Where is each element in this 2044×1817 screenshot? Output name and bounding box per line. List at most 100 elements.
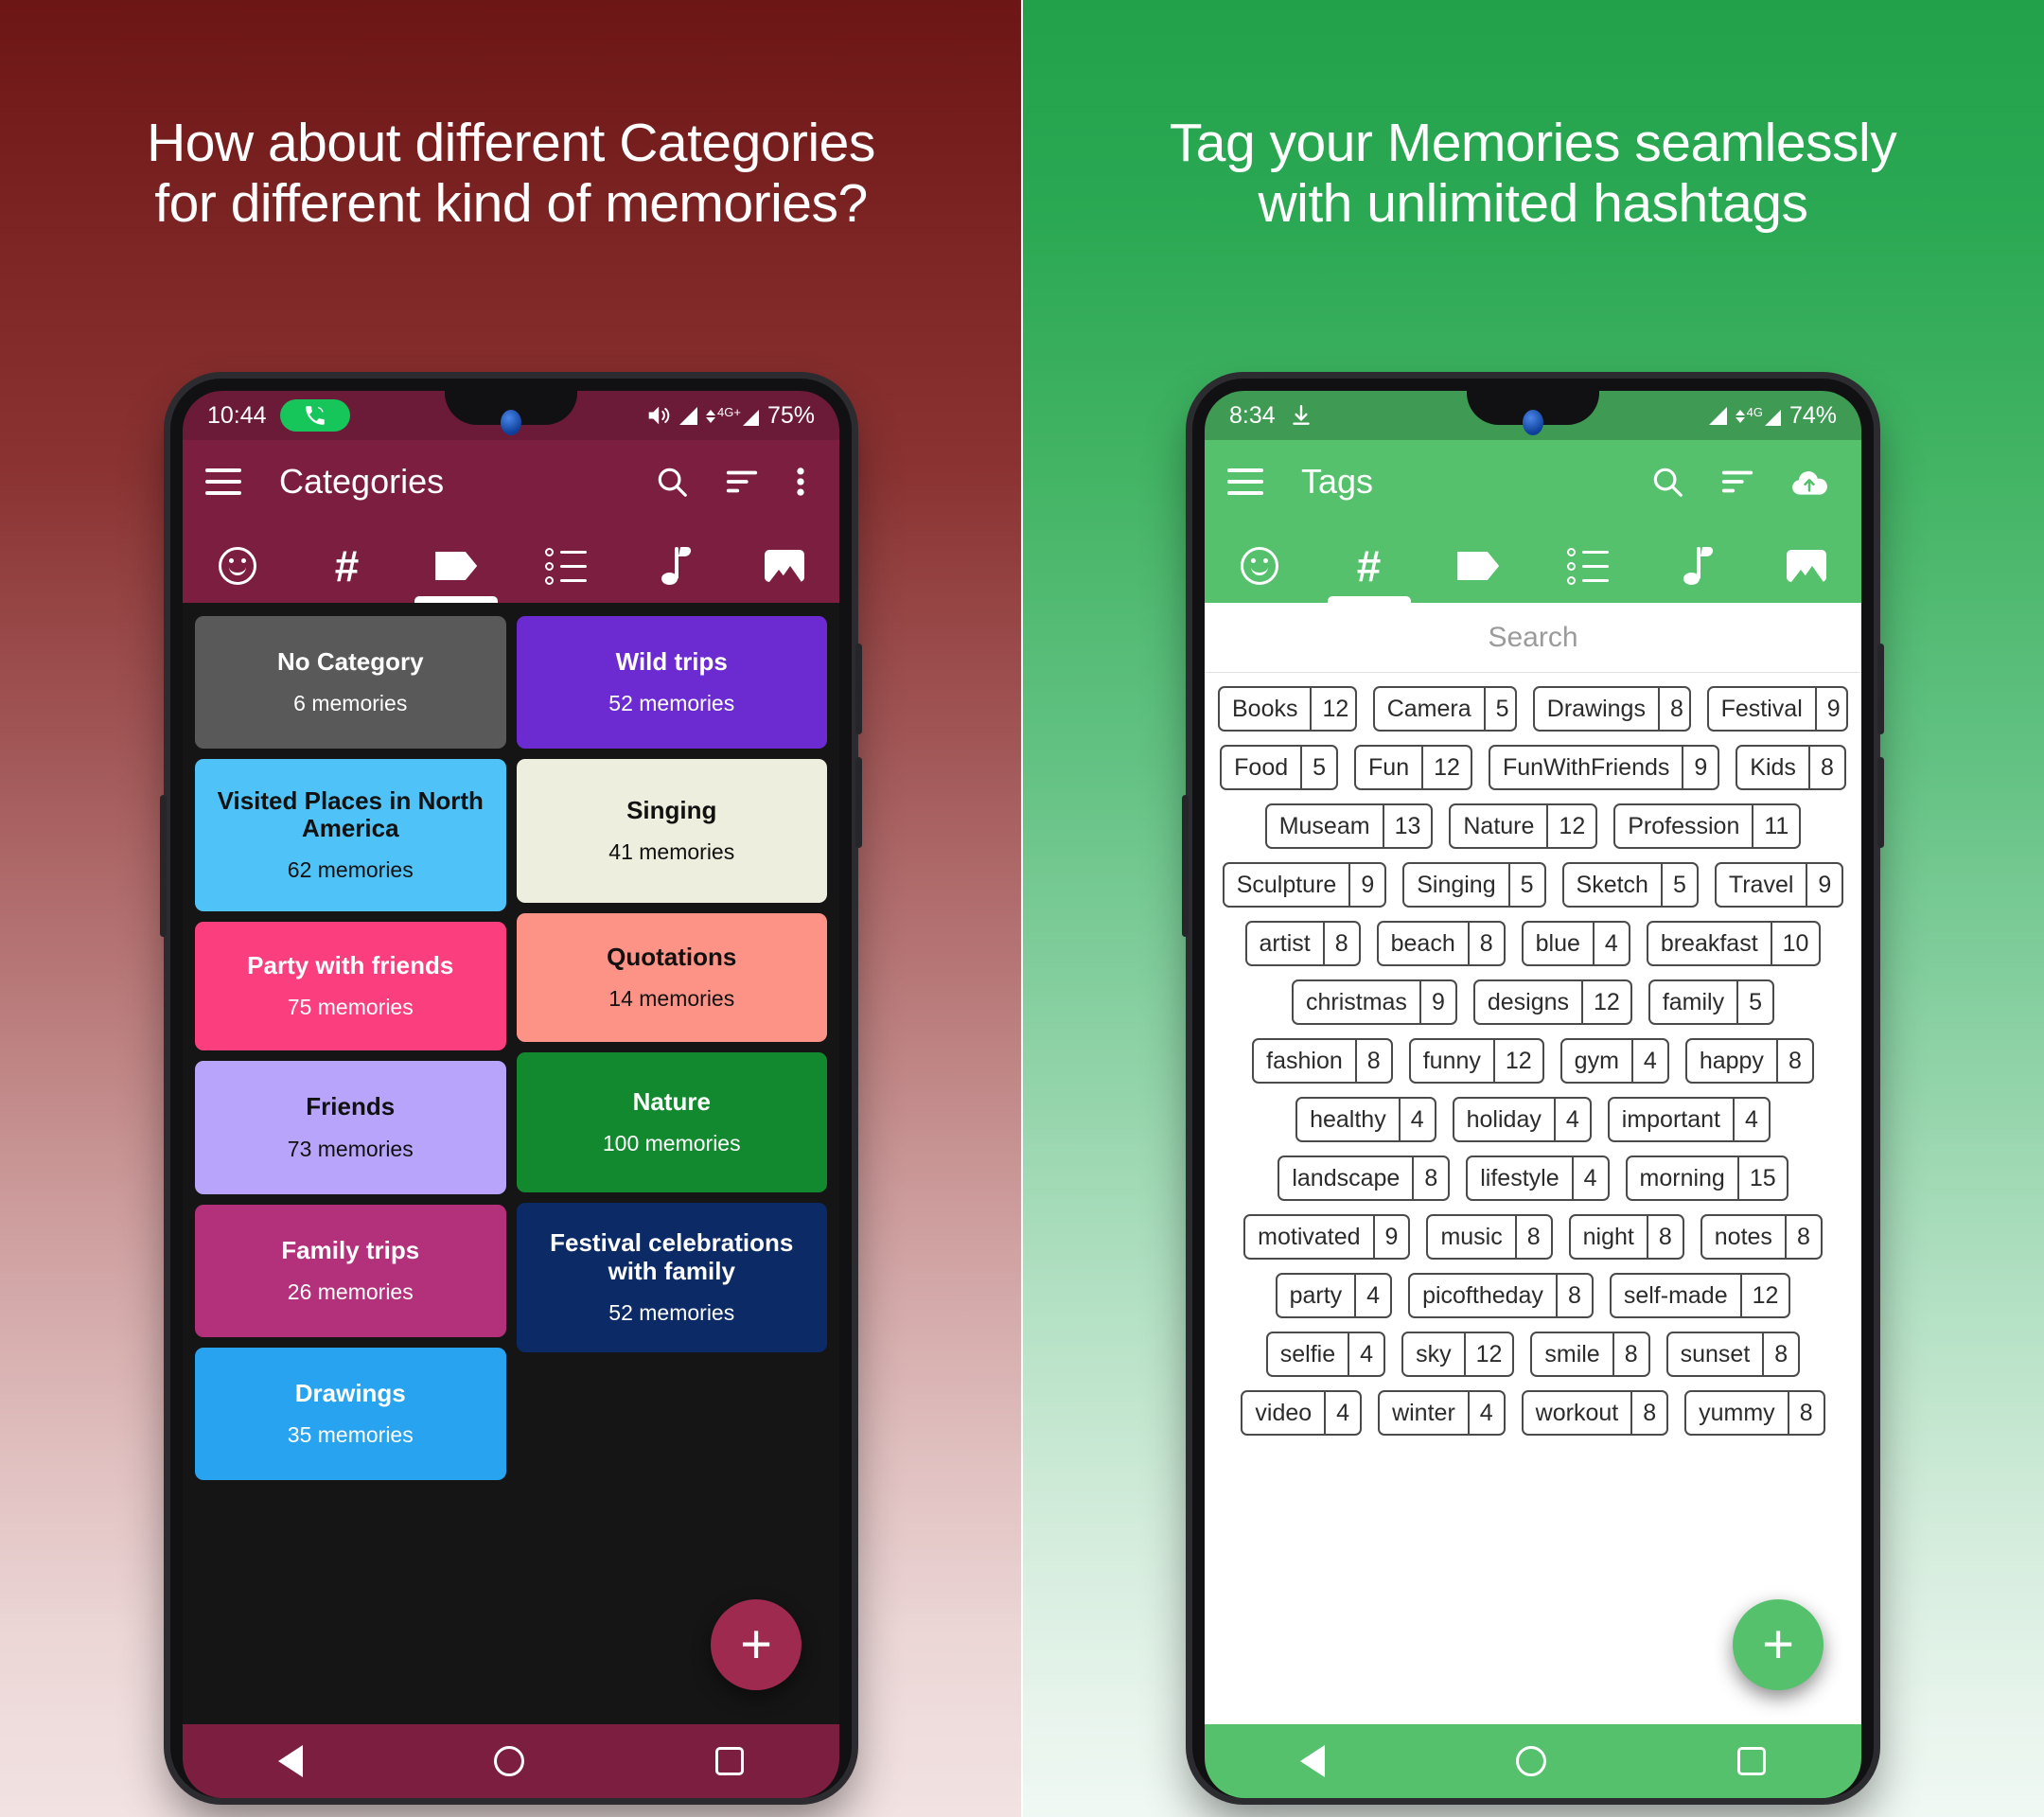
tag-chip[interactable]: holiday 4 [1452,1097,1592,1142]
tag-chip[interactable]: Festival 9 [1706,686,1848,732]
tag-chip[interactable]: notes 8 [1700,1214,1823,1260]
battery-percentage: 75% [766,401,815,429]
tag-chip[interactable]: motivated 9 [1243,1214,1411,1260]
tag-chip[interactable]: video 4 [1241,1390,1363,1436]
nav-recents-icon[interactable] [715,1747,744,1775]
right-android-nav-bar [1205,1724,1861,1798]
tag-chip[interactable]: Museam 13 [1264,803,1434,849]
category-card[interactable]: Party with friends 75 memories [195,922,506,1051]
tab-list[interactable] [1533,529,1643,603]
search-icon[interactable] [1649,464,1685,500]
right-promo-panel: Tag your Memories seamlessly with unlimi… [1022,0,2044,1817]
tag-chip[interactable]: sunset 8 [1665,1332,1801,1377]
hamburger-menu-icon[interactable] [1227,468,1263,495]
tag-chip[interactable]: Travel 9 [1714,862,1844,908]
tag-chip[interactable]: party 4 [1275,1273,1393,1318]
tag-chip[interactable]: yummy 8 [1684,1390,1825,1436]
tag-chip[interactable]: Sculpture 9 [1222,862,1387,908]
more-vertical-icon[interactable] [794,464,807,500]
tag-chip[interactable]: picoftheday 8 [1408,1273,1594,1318]
tab-images[interactable] [730,529,839,603]
tag-chip[interactable]: Camera 5 [1372,686,1517,732]
tag-chip[interactable]: Nature 12 [1449,803,1598,849]
category-card[interactable]: Family trips 26 memories [195,1204,506,1337]
tab-images[interactable] [1752,529,1861,603]
volume-icon [644,402,671,429]
search-icon[interactable] [654,464,690,500]
tag-chip[interactable]: beach 8 [1376,921,1506,966]
tab-categories[interactable] [401,529,511,603]
category-card[interactable]: Wild trips 52 memories [516,616,827,750]
category-card[interactable]: No Category 6 memories [195,616,506,750]
category-card[interactable]: Singing 41 memories [516,759,827,904]
tag-chip-label: self-made [1623,1281,1728,1309]
tab-emoji[interactable] [183,529,292,603]
tag-chip[interactable]: sky 12 [1401,1332,1515,1377]
tag-chip-row: fashion 8 funny 12 gym 4 happy 8 [1218,1038,1848,1084]
tag-chip[interactable]: artist 8 [1244,921,1361,966]
add-category-fab[interactable]: + [711,1599,802,1690]
promo-stage: How about different Categories for diffe… [0,0,2044,1817]
sort-icon[interactable] [1719,464,1755,500]
tag-chip-label: gym [1574,1047,1619,1074]
tag-chip[interactable]: lifestyle 4 [1466,1155,1610,1201]
category-card[interactable]: Drawings 35 memories [195,1347,506,1480]
cloud-upload-icon[interactable] [1789,466,1829,498]
add-tag-fab[interactable]: + [1733,1599,1824,1690]
tag-chip[interactable]: selfie 4 [1265,1332,1386,1377]
tag-chip[interactable]: christmas 9 [1291,979,1457,1025]
tags-list[interactable]: Search Books 12 Camera 5 Drawings 8 Festival 9 F… [1205,603,1861,1724]
nav-back-icon[interactable] [1300,1745,1325,1777]
tab-audio[interactable] [1643,529,1753,603]
tab-categories[interactable] [1423,529,1533,603]
tab-emoji[interactable] [1205,529,1314,603]
tag-chip[interactable]: designs 12 [1472,979,1632,1025]
category-name: Family trips [281,1235,420,1264]
tag-chip[interactable]: self-made 12 [1609,1273,1791,1318]
tag-chip[interactable]: fashion 8 [1252,1038,1393,1084]
search-input[interactable]: Search [1205,603,1861,673]
tag-chip[interactable]: landscape 8 [1278,1155,1451,1201]
tag-chip[interactable]: gym 4 [1559,1038,1669,1084]
tag-chip[interactable]: smile 8 [1530,1332,1650,1377]
category-card[interactable]: Quotations 14 memories [516,913,827,1043]
hamburger-menu-icon[interactable] [205,468,241,495]
tag-chip[interactable]: Food 5 [1220,745,1339,790]
tag-chip[interactable]: breakfast 10 [1646,921,1822,966]
tag-chip-label: Sketch [1576,871,1648,898]
nav-home-icon[interactable] [1516,1746,1546,1776]
tab-hashtag[interactable]: # [1314,529,1424,603]
tag-chip[interactable]: winter 4 [1378,1390,1506,1436]
tag-chip[interactable]: Books 12 [1218,686,1357,732]
tag-chip[interactable]: Fun 12 [1354,745,1472,790]
category-card[interactable]: Festival celebrations with family 52 memo… [516,1203,827,1352]
tag-chip[interactable]: funny 12 [1408,1038,1544,1084]
tag-chip[interactable]: Sketch 5 [1561,862,1699,908]
category-name: No Category [276,647,424,676]
tab-hashtag[interactable]: # [292,529,402,603]
nav-recents-icon[interactable] [1737,1747,1766,1775]
tag-chip[interactable]: workout 8 [1521,1390,1669,1436]
nav-home-icon[interactable] [494,1746,524,1776]
tag-chip[interactable]: FunWithFriends 9 [1488,745,1720,790]
sort-icon[interactable] [724,464,760,500]
tab-list[interactable] [511,529,621,603]
category-card[interactable]: Visited Places in North America 62 memori… [195,759,506,912]
categories-list[interactable]: No Category 6 memories Visited Places in N… [183,603,839,1724]
tag-chip[interactable]: Singing 5 [1402,862,1546,908]
tag-chip[interactable]: blue 4 [1521,921,1630,966]
tab-audio[interactable] [621,529,731,603]
tag-chip[interactable]: important 4 [1607,1097,1771,1142]
tag-chip[interactable]: morning 15 [1625,1155,1788,1201]
tag-chip[interactable]: family 5 [1648,979,1775,1025]
tag-chip[interactable]: happy 8 [1684,1038,1814,1084]
tag-chip[interactable]: healthy 4 [1295,1097,1436,1142]
tag-chip[interactable]: night 8 [1568,1214,1684,1260]
nav-back-icon[interactable] [278,1745,303,1777]
category-card[interactable]: Friends 73 memories [195,1061,506,1194]
tag-chip[interactable]: Profession 11 [1613,803,1802,849]
category-card[interactable]: Nature 100 memories [516,1052,827,1193]
tag-chip[interactable]: music 8 [1426,1214,1553,1260]
tag-chip[interactable]: Kids 8 [1736,745,1846,790]
tag-chip[interactable]: Drawings 8 [1532,686,1691,732]
